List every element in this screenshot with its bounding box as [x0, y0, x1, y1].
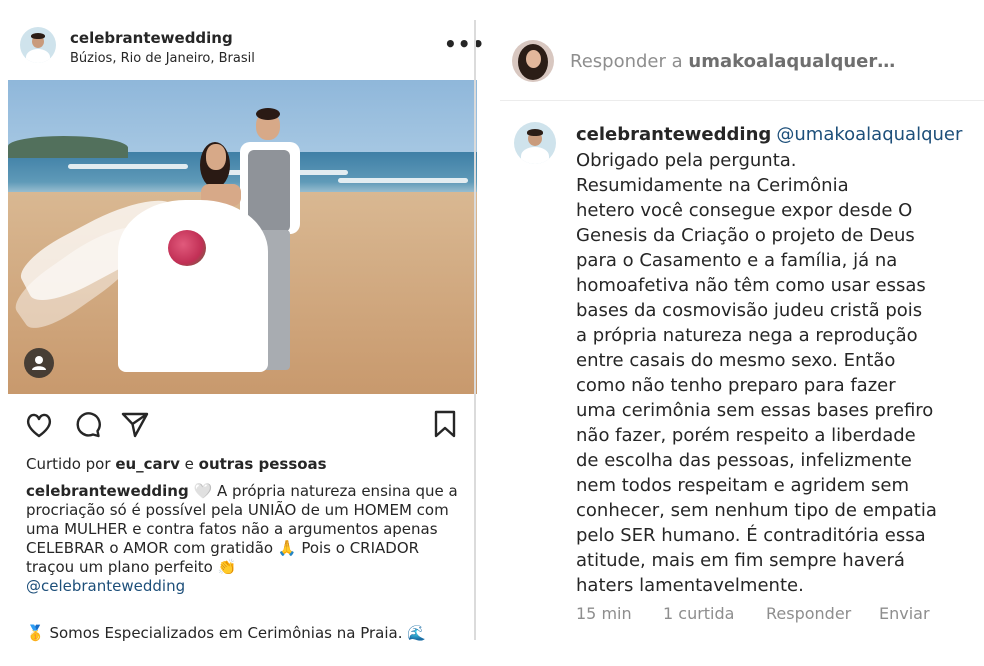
header-divider — [500, 100, 984, 101]
likes-user[interactable]: eu_carv — [115, 455, 180, 473]
caption-username[interactable]: celebrantewedding — [26, 482, 189, 500]
post-caption: celebrantewedding 🤍 A própria natureza e… — [26, 482, 466, 596]
post-username[interactable]: celebrantewedding — [70, 29, 233, 47]
comment-author-avatar[interactable] — [514, 122, 556, 164]
comment-time: 15 min — [576, 604, 632, 623]
likes-summary[interactable]: Curtido por eu_carv e outras pessoas — [26, 455, 327, 473]
reply-user-avatar[interactable] — [512, 40, 554, 82]
panel-divider — [474, 20, 476, 640]
likes-joiner: e — [184, 455, 194, 473]
reply-button[interactable]: Responder — [766, 604, 851, 623]
comment-icon[interactable] — [72, 409, 102, 439]
comment-body: Obrigado pela pergunta. Resumidamente na… — [576, 150, 937, 596]
heart-icon[interactable] — [24, 410, 54, 440]
comment-mention[interactable]: @umakoalaqualquer — [776, 124, 962, 145]
likes-others[interactable]: outras pessoas — [199, 455, 327, 473]
user-tag-icon[interactable] — [24, 348, 54, 378]
reply-target: umakoalaqualquer… — [688, 51, 896, 72]
send-icon[interactable] — [120, 409, 150, 439]
post-photo[interactable] — [8, 80, 477, 394]
specialty-line: 🥇 Somos Especializados em Cerimônias na … — [26, 624, 426, 642]
post-location[interactable]: Búzios, Rio de Janeiro, Brasil — [70, 51, 255, 66]
caption-mention[interactable]: @celebrantewedding — [26, 577, 185, 595]
comment-username[interactable]: celebrantewedding — [576, 124, 771, 145]
comment-header: celebrantewedding @umakoalaqualquer — [576, 124, 962, 145]
send-button[interactable]: Enviar — [879, 604, 930, 623]
likes-prefix: Curtido por — [26, 455, 111, 473]
post-author-avatar[interactable] — [20, 27, 56, 63]
bookmark-icon[interactable] — [430, 409, 460, 439]
instagram-post: celebrantewedding Búzios, Rio de Janeiro… — [0, 0, 486, 666]
more-options-icon[interactable]: ••• — [444, 32, 485, 56]
reply-prefix: Responder a — [570, 51, 683, 72]
comment-likes[interactable]: 1 curtida — [663, 604, 734, 623]
reply-input[interactable]: Responder a umakoalaqualquer… — [570, 51, 895, 72]
